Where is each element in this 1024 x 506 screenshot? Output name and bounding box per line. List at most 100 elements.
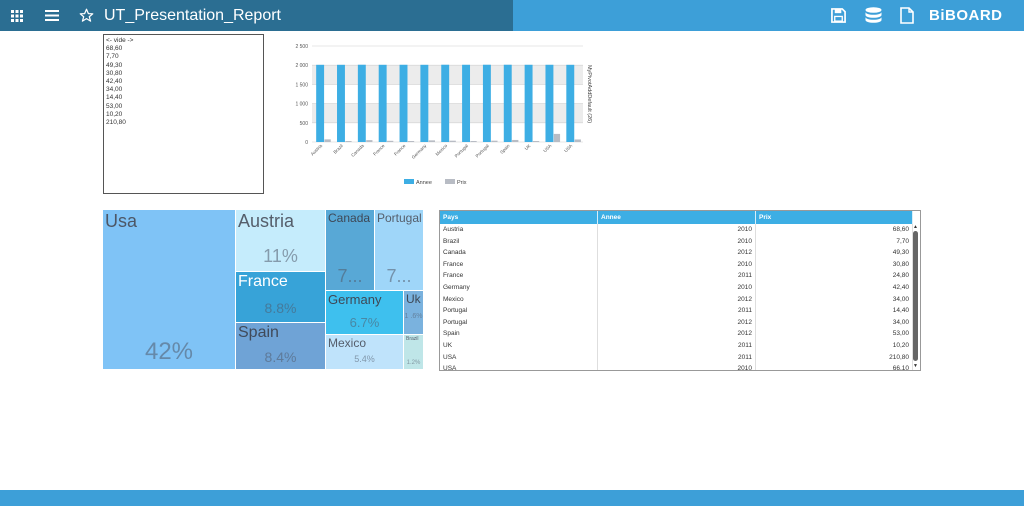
table-row[interactable]: France 2010 30,80 bbox=[440, 258, 913, 271]
bar-annee bbox=[337, 64, 345, 142]
x-tick-label: France bbox=[372, 143, 386, 157]
treemap-cell-label: Usa bbox=[105, 211, 138, 231]
treemap-cell-label: Austria bbox=[238, 211, 295, 231]
table-cell: 42,40 bbox=[756, 282, 913, 294]
treemap-cell-percent: 1 .6% bbox=[404, 313, 423, 320]
column-header-pays[interactable]: Pays bbox=[440, 211, 598, 224]
copy-document-icon[interactable] bbox=[898, 0, 916, 31]
filter-list-item[interactable]: 68,60 bbox=[106, 45, 261, 53]
treemap-cell-germany[interactable]: Germany 6.7% bbox=[326, 291, 404, 335]
treemap-cell-label: Brazil bbox=[406, 336, 419, 342]
bar-prix bbox=[428, 140, 435, 142]
bar-prix bbox=[512, 139, 519, 142]
table-cell: UK bbox=[440, 340, 598, 352]
bar-prix bbox=[553, 133, 561, 142]
table-body: Austria 2010 68,60 Brazil 2010 7,70 Canada 2012… bbox=[440, 224, 913, 370]
x-tick-label: Canada bbox=[350, 143, 365, 158]
table-row[interactable]: USA 2010 66,10 bbox=[440, 363, 913, 370]
legend-swatch-prix bbox=[445, 179, 455, 184]
save-icon[interactable] bbox=[829, 0, 847, 31]
table-row[interactable]: Brazil 2010 7,70 bbox=[440, 235, 913, 248]
table-row[interactable]: Portugal 2011 14,40 bbox=[440, 305, 913, 317]
table-cell: Portugal bbox=[440, 316, 598, 329]
filter-list-item[interactable]: 7,70 bbox=[106, 53, 261, 61]
bar-prix bbox=[491, 140, 498, 142]
bar-annee bbox=[462, 64, 471, 142]
x-tick-label: Mexico bbox=[435, 143, 449, 157]
treemap-cell-austria[interactable]: Austria 11% bbox=[236, 210, 326, 272]
scroll-up-arrow-icon[interactable]: ▲ bbox=[912, 224, 919, 230]
database-icon[interactable] bbox=[863, 0, 883, 31]
treemap-cell-brazil[interactable]: Brazil 1.2% bbox=[404, 335, 424, 370]
scroll-down-arrow-icon[interactable]: ▼ bbox=[912, 363, 919, 369]
treemap-cell-label: Canada bbox=[328, 211, 371, 225]
filter-list-item[interactable]: 49,30 bbox=[106, 62, 261, 70]
treemap-cell-percent: 8.4% bbox=[264, 349, 297, 365]
table-header: Pays Annee Prix bbox=[440, 211, 913, 224]
treemap-cell-portugal[interactable]: Portugal 7... bbox=[375, 210, 424, 291]
filter-list-item[interactable]: 53,00 bbox=[106, 103, 261, 111]
treemap-cell-uk[interactable]: Uk 1 .6% bbox=[404, 291, 424, 335]
table-cell: 2011 bbox=[598, 351, 756, 364]
filter-list[interactable]: <- vide -> 68,60 7,70 49,30 30,80 42,40 34,00 1… bbox=[103, 34, 264, 194]
treemap-cell-spain[interactable]: Spain 8.4% bbox=[236, 323, 326, 370]
filter-list-item[interactable]: 42,40 bbox=[106, 78, 261, 86]
table-cell: 49,30 bbox=[756, 247, 913, 259]
column-header-prix[interactable]: Prix bbox=[756, 211, 913, 224]
x-tick-label: Austria bbox=[310, 143, 324, 157]
bar-prix bbox=[366, 140, 373, 142]
table-row[interactable]: France 2011 24,80 bbox=[440, 270, 913, 282]
y-tick-label: 0 bbox=[305, 140, 308, 146]
bar-prix bbox=[324, 139, 331, 142]
table-cell: 66,10 bbox=[756, 363, 913, 370]
table-cell: Austria bbox=[440, 224, 598, 236]
filter-list-item[interactable]: 14,40 bbox=[106, 94, 261, 102]
table-cell: 10,20 bbox=[756, 340, 913, 352]
table-cell: 2011 bbox=[598, 340, 756, 352]
treemap-cell-label: Portugal bbox=[377, 211, 422, 225]
table-row[interactable]: Mexico 2012 34,00 bbox=[440, 293, 913, 306]
table-row[interactable]: Germany 2010 42,40 bbox=[440, 282, 913, 294]
filter-list-item[interactable]: 30,80 bbox=[106, 70, 261, 78]
x-tick-label: USA bbox=[563, 143, 573, 153]
filter-list-item[interactable]: 34,00 bbox=[106, 86, 261, 94]
table-row[interactable]: Portugal 2012 34,00 bbox=[440, 316, 913, 329]
table-row[interactable]: Spain 2012 53,00 bbox=[440, 328, 913, 340]
table-row[interactable]: UK 2011 10,20 bbox=[440, 340, 913, 352]
y-tick-label: 1 000 bbox=[295, 102, 308, 108]
x-tick-label: Brazil bbox=[332, 143, 344, 155]
table-cell: 34,00 bbox=[756, 293, 913, 306]
column-header-annee[interactable]: Annee bbox=[598, 211, 756, 224]
legend-label-annee: Annee bbox=[416, 180, 432, 186]
filter-list-item[interactable]: 10,20 bbox=[106, 111, 261, 119]
scrollbar-thumb[interactable] bbox=[913, 231, 918, 361]
x-tick-label: Germany bbox=[411, 143, 428, 160]
bar-annee bbox=[545, 64, 554, 142]
table-row[interactable]: Canada 2012 49,30 bbox=[440, 247, 913, 259]
treemap-cell-label: Mexico bbox=[328, 336, 367, 350]
data-table: Pays Annee Prix Austria 2010 68,60 Brazil 20… bbox=[439, 210, 921, 371]
x-tick-label: Portugal bbox=[454, 143, 469, 158]
table-cell: 24,80 bbox=[756, 270, 913, 282]
star-icon[interactable] bbox=[77, 0, 95, 31]
table-cell: 2012 bbox=[598, 247, 756, 259]
table-cell: 2012 bbox=[598, 293, 756, 306]
table-cell: 2010 bbox=[598, 282, 756, 294]
y-tick-label: 2 000 bbox=[295, 63, 308, 69]
table-row[interactable]: USA 2011 210,80 bbox=[440, 351, 913, 364]
bar-annee bbox=[378, 64, 387, 142]
filter-list-item[interactable]: <- vide -> bbox=[106, 37, 261, 45]
vertical-scrollbar[interactable]: ▲ ▼ bbox=[912, 224, 919, 370]
bar-prix bbox=[470, 141, 477, 142]
apps-grid-icon[interactable] bbox=[8, 0, 26, 31]
x-tick-label: France bbox=[393, 143, 407, 157]
table-cell: 2012 bbox=[598, 328, 756, 340]
table-row[interactable]: Austria 2010 68,60 bbox=[440, 224, 913, 236]
treemap-cell-canada[interactable]: Canada 7... bbox=[326, 210, 375, 291]
filter-list-item[interactable]: 210,80 bbox=[106, 119, 261, 127]
menu-icon[interactable] bbox=[43, 0, 61, 31]
treemap-cell-france[interactable]: France 8.8% bbox=[236, 272, 326, 323]
treemap-cell-mexico[interactable]: Mexico 5.4% bbox=[326, 335, 404, 370]
treemap-cell-usa[interactable]: Usa 42% bbox=[103, 210, 236, 370]
treemap-cell-percent: 42% bbox=[144, 338, 194, 365]
